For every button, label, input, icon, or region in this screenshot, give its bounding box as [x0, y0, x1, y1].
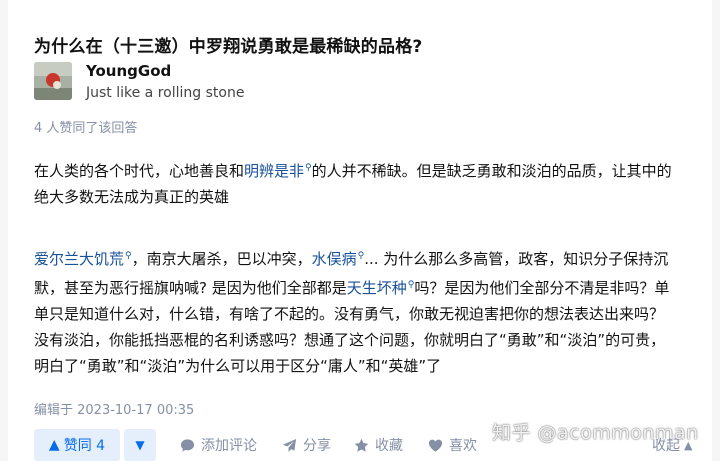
comment-bubble-icon: [180, 438, 195, 452]
upvoters-count[interactable]: 4 人赞同了该回答: [34, 117, 137, 136]
search-icon: ⚲: [125, 251, 132, 261]
star-icon: [354, 438, 369, 452]
edited-timestamp[interactable]: 编辑于 2023-10-17 00:35: [34, 399, 194, 418]
answer-paragraph-2: 爱尔兰大饥荒⚲，南京大屠杀，巴以冲突，水俣病⚲... 为什么那么多高管，政客，知…: [34, 243, 674, 379]
keyword-link[interactable]: 爱尔兰大饥荒⚲: [34, 250, 132, 268]
keyword-text[interactable]: 水俣病: [312, 250, 357, 268]
keyword-link[interactable]: 明辨是非⚲: [244, 162, 312, 180]
search-icon: ⚲: [305, 163, 312, 173]
like-button[interactable]: 喜欢: [428, 429, 477, 461]
question-title[interactable]: 为什么在（十三邀）中罗翔说勇敢是最稀缺的品格?: [34, 32, 422, 57]
heart-icon: [428, 439, 443, 452]
triangle-up-icon: ▲: [48, 437, 60, 453]
favorite-label: 收藏: [375, 438, 403, 454]
share-button[interactable]: 分享: [282, 429, 331, 461]
answer-card: 为什么在（十三邀）中罗翔说勇敢是最稀缺的品格? YoungGod Just li…: [8, 0, 712, 461]
keyword-link[interactable]: 水俣病⚲: [312, 250, 365, 268]
comment-label: 添加评论: [201, 438, 257, 454]
upvote-button[interactable]: ▲ 赞同 4: [34, 429, 120, 461]
avatar[interactable]: [34, 62, 72, 100]
author-name[interactable]: YoungGod: [86, 62, 171, 80]
keyword-text[interactable]: 明辨是非: [244, 162, 304, 180]
keyword-text[interactable]: 天生坏种: [347, 279, 407, 297]
keyword-text[interactable]: 爱尔兰大饥荒: [34, 250, 124, 268]
paragraph-text: 在人类的各个时代，心地善良和: [34, 162, 245, 180]
author-bio: Just like a rolling stone: [86, 85, 245, 101]
triangle-down-icon: ▼: [135, 438, 145, 452]
keyword-link[interactable]: 天生坏种⚲: [347, 279, 415, 297]
paragraph-text: ，南京大屠杀，巴以冲突，: [131, 250, 312, 268]
favorite-button[interactable]: 收藏: [354, 429, 403, 461]
share-label: 分享: [303, 438, 331, 454]
comment-button[interactable]: 添加评论: [180, 429, 257, 461]
upvote-label: 赞同 4: [63, 438, 106, 454]
paper-plane-icon: [282, 438, 297, 452]
answer-paragraph-1: 在人类的各个时代，心地善良和明辨是非⚲的人并不稀缺。但是缺乏勇敢和淡泊的品质，让…: [34, 155, 674, 210]
avatar-image: [34, 62, 72, 100]
watermark: 知乎 @acommonman: [492, 422, 699, 444]
downvote-button[interactable]: ▼: [124, 429, 156, 461]
like-label: 喜欢: [449, 438, 477, 454]
